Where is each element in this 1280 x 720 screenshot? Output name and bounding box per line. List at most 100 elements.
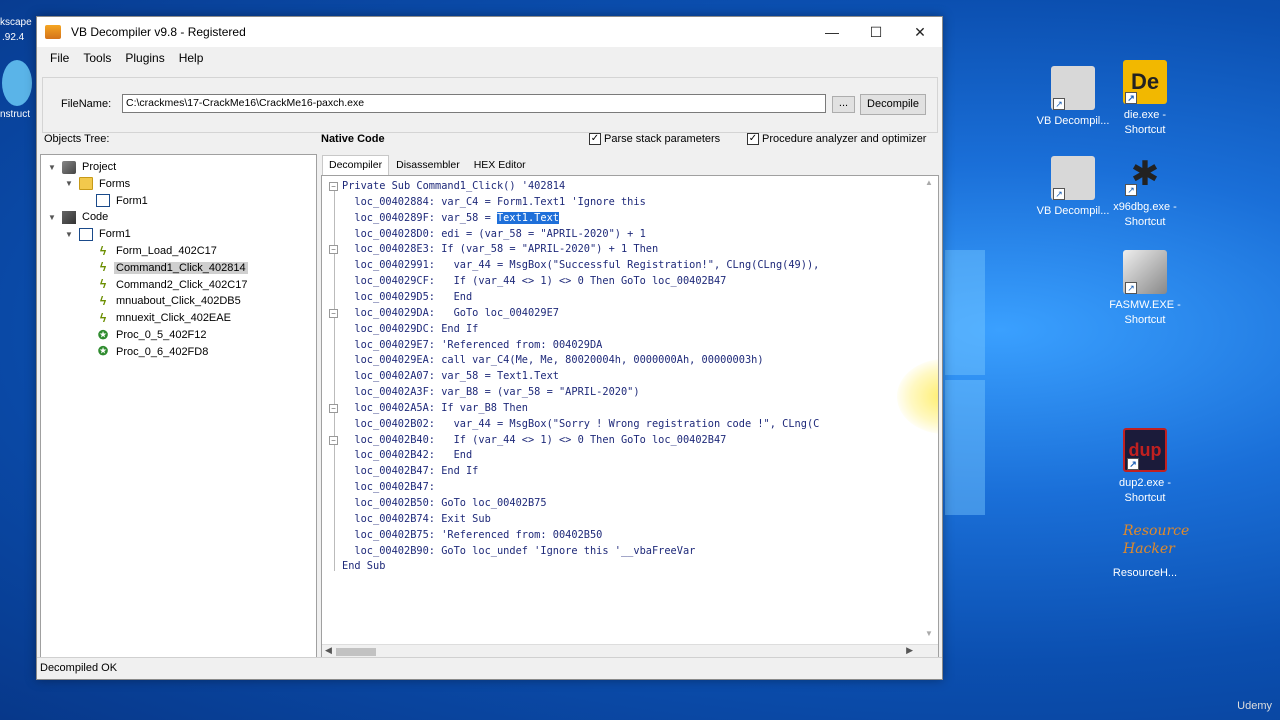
- code-line[interactable]: loc_00402B74: Exit Sub: [342, 511, 490, 527]
- tree-node[interactable]: ✪ Proc_0_6_402FD8: [81, 344, 210, 360]
- tree-node-label: Proc_0_6_402FD8: [116, 345, 209, 358]
- tree-node[interactable]: ϟ Form_Load_402C17: [81, 243, 219, 259]
- expand-icon[interactable]: ▼: [64, 230, 74, 239]
- code-editor[interactable]: ▲ ▼ ◀ ▶ Private Sub Command1_Click() '40…: [321, 175, 939, 659]
- collapse-icon[interactable]: −: [329, 245, 338, 255]
- code-line[interactable]: loc_00402884: var_C4 = Form1.Text1 'Igno…: [342, 194, 645, 210]
- code-line[interactable]: loc_00402A07: var_58 = Text1.Text: [342, 368, 559, 384]
- menu-tools[interactable]: Tools: [76, 51, 118, 65]
- code-line[interactable]: loc_00402B42: End: [342, 447, 472, 463]
- die-icon: De ↗: [1123, 60, 1167, 104]
- filename-input[interactable]: C:\crackmes\17-CrackMe16\CrackMe16-paxch…: [122, 94, 826, 113]
- collapse-icon[interactable]: −: [329, 182, 338, 191]
- desktop-icon-label: x96dbg.exe - Shortcut: [1113, 201, 1177, 228]
- desktop-icon-resource-hacker[interactable]: Resource Hacker ResourceH...: [1105, 522, 1189, 581]
- desktop-icon-die[interactable]: De ↗ die.exe - Shortcut: [1105, 60, 1185, 138]
- parse-stack-checkbox[interactable]: ✓ Parse stack parameters: [589, 133, 720, 145]
- menu-file[interactable]: File: [43, 51, 76, 65]
- code-line[interactable]: loc_00402A5A: If var_B8 Then: [342, 400, 528, 416]
- scroll-right-icon[interactable]: ▶: [906, 645, 913, 656]
- code-tabs: Decompiler Disassembler HEX Editor: [322, 155, 533, 175]
- code-line[interactable]: End Sub: [342, 558, 385, 574]
- browse-button[interactable]: ...: [832, 96, 855, 113]
- collapse-icon[interactable]: −: [329, 403, 338, 413]
- desktop-icon-dup2[interactable]: dup ↗ dup2.exe - Shortcut: [1105, 428, 1185, 506]
- fasm-icon: ↗: [1123, 250, 1167, 294]
- code-line[interactable]: loc_00402B50: GoTo loc_00402B75: [342, 495, 546, 511]
- code-line[interactable]: loc_004029E7: 'Referenced from: 004029DA: [342, 337, 602, 353]
- code-line[interactable]: loc_00402B47: End If: [342, 463, 478, 479]
- code-line[interactable]: loc_004028D0: edi = (var_58 = "APRIL-202…: [342, 226, 645, 242]
- tree-node[interactable]: ▼ Form1: [64, 226, 133, 242]
- code-line[interactable]: loc_00402B75: 'Referenced from: 00402B50: [342, 527, 602, 543]
- tree-node[interactable]: ▼ Code: [47, 209, 110, 225]
- title-bar[interactable]: VB Decompiler v9.8 - Registered — ☐ ✕: [37, 17, 942, 47]
- maximize-button[interactable]: ☐: [854, 17, 898, 47]
- scroll-left-icon[interactable]: ◀: [325, 645, 332, 656]
- expand-icon[interactable]: ▼: [47, 213, 57, 222]
- app-icon[interactable]: [2, 60, 32, 106]
- decompile-button[interactable]: Decompile: [860, 94, 926, 115]
- collapse-icon[interactable]: −: [329, 435, 338, 445]
- scroll-up-icon[interactable]: ▲: [925, 178, 933, 187]
- code-line[interactable]: loc_0040289F: var_58 = Text1.Text: [342, 210, 559, 226]
- tree-node[interactable]: ϟ Command2_Click_402C17: [81, 277, 249, 293]
- procedure-analyzer-checkbox[interactable]: ✓ Procedure analyzer and optimizer: [747, 133, 926, 145]
- event-icon: ϟ: [99, 293, 107, 308]
- scroll-down-icon[interactable]: ▼: [925, 629, 933, 638]
- objects-tree[interactable]: ▼ Project ▼ Forms Form1 ▼ Code ▼ Form1 ϟ Form_Load…: [40, 154, 317, 659]
- bug-icon: ✱ ↗: [1123, 152, 1167, 196]
- collapse-icon[interactable]: −: [329, 308, 338, 318]
- menu-plugins[interactable]: Plugins: [118, 51, 171, 65]
- code-line[interactable]: loc_00402B40: If (var_44 <> 1) <> 0 Then…: [342, 432, 726, 448]
- horizontal-scrollbar[interactable]: ◀ ▶: [322, 644, 938, 658]
- filename-panel: FileName: C:\crackmes\17-CrackMe16\Crack…: [42, 77, 938, 133]
- tree-node[interactable]: ϟ mnuexit_Click_402EAE: [81, 310, 233, 326]
- code-line[interactable]: loc_00402A3F: var_B8 = (var_58 = "APRIL-…: [342, 384, 639, 400]
- desktop-icon-fasmw[interactable]: ↗ FASMW.EXE - Shortcut: [1105, 250, 1185, 328]
- code-line[interactable]: loc_00402B02: var_44 = MsgBox("Sorry ! W…: [342, 416, 819, 432]
- dup-icon: dup ↗: [1123, 428, 1167, 472]
- minimize-button[interactable]: —: [810, 17, 854, 47]
- menu-help[interactable]: Help: [172, 51, 211, 65]
- expand-icon[interactable]: ▼: [64, 179, 74, 188]
- tab-decompiler[interactable]: Decompiler: [322, 155, 390, 175]
- desktop-icon-vb-decompiler-2[interactable]: ↗ VB Decompil...: [1033, 156, 1113, 219]
- checkbox-checked-icon: ✓: [747, 133, 759, 145]
- tab-disassembler[interactable]: Disassembler: [389, 155, 467, 175]
- desktop-icon-vb-decompiler-1[interactable]: ↗ VB Decompil...: [1033, 66, 1113, 129]
- code-line[interactable]: loc_004029EA: call var_C4(Me, Me, 800200…: [342, 352, 763, 368]
- code-line[interactable]: loc_004028E3: If (var_58 = "APRIL-2020")…: [342, 241, 658, 257]
- desktop-icon-label: FASMW.EXE - Shortcut: [1109, 299, 1181, 326]
- code-line[interactable]: loc_00402991: var_44 = MsgBox("Successfu…: [342, 257, 819, 273]
- event-icon: ϟ: [99, 260, 107, 275]
- tree-node-label: Form_Load_402C17: [116, 245, 217, 257]
- tree-node[interactable]: Form1: [81, 193, 150, 209]
- expand-icon[interactable]: ▼: [47, 163, 57, 172]
- code-line[interactable]: loc_00402B90: GoTo loc_undef 'Ignore thi…: [342, 543, 695, 559]
- folder-icon: [79, 177, 93, 191]
- tree-node[interactable]: ▼ Project: [47, 159, 118, 175]
- tree-node[interactable]: ϟ Command1_Click_402814: [81, 260, 248, 276]
- vb-decompiler-window: VB Decompiler v9.8 - Registered — ☐ ✕ Fi…: [36, 16, 943, 680]
- event-icon: ϟ: [99, 310, 107, 325]
- status-bar: Decompiled OK: [37, 657, 942, 679]
- vertical-scrollbar[interactable]: ▲ ▼: [925, 178, 935, 638]
- desktop-icon-x96dbg[interactable]: ✱ ↗ x96dbg.exe - Shortcut: [1105, 152, 1185, 230]
- tree-node[interactable]: ϟ mnuabout_Click_402DB5: [81, 293, 243, 309]
- code-line[interactable]: loc_004029DC: End If: [342, 321, 478, 337]
- code-line[interactable]: loc_004029D5: End: [342, 289, 472, 305]
- tab-hex-editor[interactable]: HEX Editor: [467, 155, 533, 175]
- tree-node[interactable]: ✪ Proc_0_5_402F12: [81, 327, 209, 343]
- code-line[interactable]: loc_004029CF: If (var_44 <> 1) <> 0 Then…: [342, 273, 726, 289]
- code-line[interactable]: Private Sub Command1_Click() '402814: [342, 178, 565, 194]
- code-line[interactable]: loc_00402B47:: [342, 479, 435, 495]
- tree-node[interactable]: ▼ Forms: [64, 176, 132, 192]
- close-button[interactable]: ✕: [898, 17, 942, 47]
- selected-text[interactable]: Text1.Text: [496, 211, 559, 224]
- vb-decompiler-icon: ↗: [1051, 66, 1095, 110]
- tree-node-label: mnuexit_Click_402EAE: [116, 312, 231, 325]
- resource-hacker-logo: Resource Hacker: [1123, 523, 1190, 557]
- code-line[interactable]: loc_004029DA: GoTo loc_004029E7: [342, 305, 559, 321]
- scroll-thumb[interactable]: [336, 648, 376, 656]
